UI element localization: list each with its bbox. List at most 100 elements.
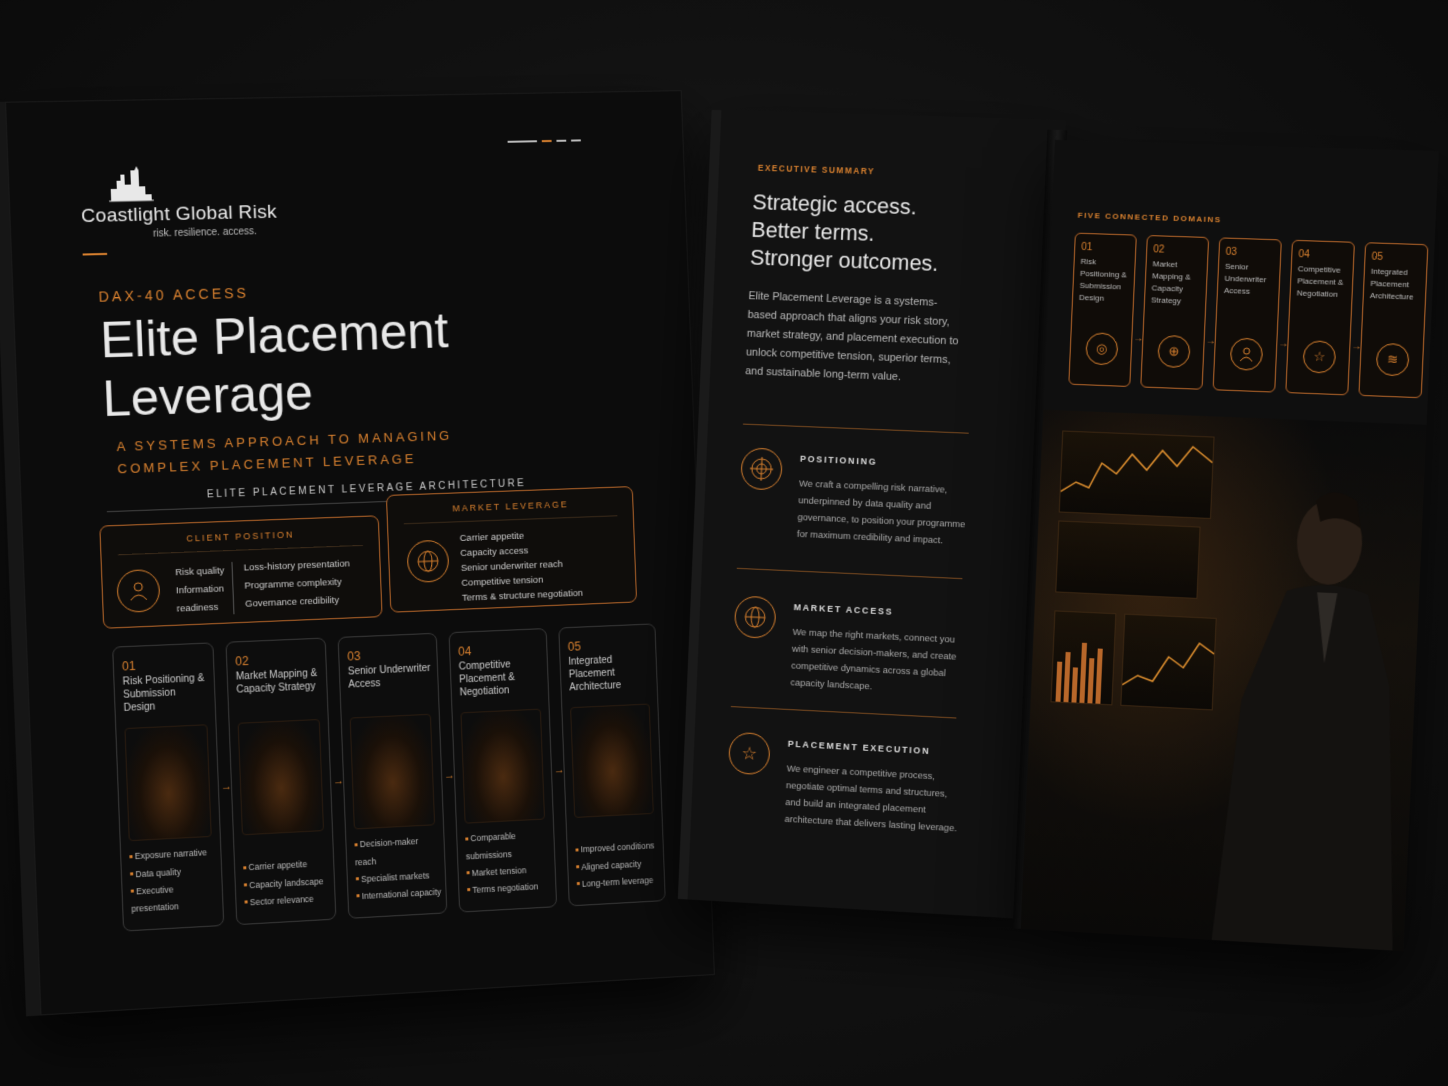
client-position-right-list: Loss-history presentation Programme comp…: [243, 555, 351, 613]
globe-icon: [733, 595, 777, 639]
market-leverage-list: Carrier appetite Capacity access Senior …: [459, 527, 584, 606]
domain-title: Integrated Placement Architecture: [1369, 266, 1414, 302]
step-number: 01: [121, 658, 136, 674]
brochure-cover: Coastlight Global Risk risk. resilience.…: [0, 90, 715, 1017]
step-bullets: Comparable submissions Market tension Te…: [465, 826, 552, 899]
feature-title-market-access: MARKET ACCESS: [793, 602, 894, 617]
star-icon: ☆: [727, 731, 771, 776]
step-card-04: 04 Competitive Placement & Negotiation C…: [448, 628, 558, 913]
step-card-01: 01 Risk Positioning & Submission Design …: [112, 642, 225, 932]
step-number: 02: [234, 653, 249, 669]
step-title: Senior Underwriter Access: [347, 662, 431, 691]
feature-body-placement-execution: We engineer a competitive process, negot…: [784, 763, 958, 835]
doorway-illustration-icon: [349, 713, 436, 830]
section-rule: [742, 423, 969, 434]
bullet-item: Comparable submissions: [465, 826, 551, 864]
domain-number: 01: [1081, 241, 1093, 254]
executive-summary-headline: Strategic access. Better terms. Stronger…: [750, 188, 942, 278]
cover-title-line2: Leverage: [101, 364, 314, 428]
step-bullets: Improved conditions Aligned capacity Lon…: [575, 838, 660, 894]
domain-card-03: 03 Senior Underwriter Access: [1212, 237, 1282, 393]
step-title: Market Mapping & Capacity Strategy: [235, 667, 318, 696]
domain-title: Competitive Placement & Negotiation: [1296, 264, 1344, 299]
domain-number: 02: [1153, 244, 1165, 256]
brand-tagline: risk. resilience. access.: [152, 226, 258, 240]
bullet-item: International capacity: [356, 883, 442, 905]
bullet-item: Executive presentation: [130, 879, 218, 918]
world-map-illustration-icon: [237, 718, 325, 836]
step-number: 04: [457, 644, 472, 659]
step-card-03: 03 Senior Underwriter Access Decision-ma…: [337, 632, 448, 919]
world-map-screen-image: [1055, 520, 1201, 599]
layered-stack-illustration-icon: [570, 703, 654, 818]
trading-floor-photo: [1020, 409, 1427, 952]
executive-summary-eyebrow: EXECUTIVE SUMMARY: [757, 162, 876, 177]
step-number: 05: [567, 639, 582, 654]
globe-icon: [406, 539, 450, 584]
step-title: Integrated Placement Architecture: [568, 654, 622, 694]
panel-rule: [403, 515, 618, 525]
bullet-item: Sector relevance: [244, 890, 331, 912]
executive-summary-page: EXECUTIVE SUMMARY Strategic access. Bett…: [677, 109, 1066, 920]
brochure-spread: EXECUTIVE SUMMARY Strategic access. Bett…: [658, 109, 1448, 962]
domain-title: Senior Underwriter Access: [1223, 261, 1267, 296]
domain-card-04: 04 Competitive Placement & Negotiation ☆: [1285, 239, 1355, 396]
step-bullets: Exposure narrative Data quality Executiv…: [129, 844, 219, 918]
cover-title: Elite Placement Leverage: [99, 298, 562, 428]
cover-subtitle: A SYSTEMS APPROACH TO MANAGING COMPLEX P…: [116, 424, 478, 480]
feature-title-placement-execution: PLACEMENT EXECUTION: [787, 738, 931, 757]
decorative-dashes: [507, 139, 581, 143]
layers-icon: ≋: [1375, 342, 1410, 377]
client-position-left-list: Risk quality Information readiness: [175, 562, 226, 618]
architecture-steps: 01 Risk Positioning & Submission Design …: [112, 623, 670, 939]
target-icon: [740, 447, 783, 491]
list-item: Information: [175, 583, 225, 597]
domain-title: Market Mapping & Capacity Strategy: [1150, 259, 1191, 306]
step-bullets: Decision-maker reach Specialist markets …: [354, 832, 442, 905]
step-title: Competitive Placement & Negotiation: [458, 659, 516, 699]
domain-number: 03: [1225, 246, 1238, 259]
feature-body-positioning: We craft a compelling risk narrative, un…: [796, 478, 966, 547]
domain-number: 04: [1298, 249, 1310, 261]
globe-icon: ⊕: [1157, 334, 1191, 369]
domains-title: FIVE CONNECTED DOMAINS: [1077, 210, 1222, 225]
client-position-title: CLIENT POSITION: [186, 529, 295, 544]
comparison-table-illustration-icon: [460, 708, 546, 824]
accent-underline: [82, 252, 108, 256]
domain-number: 05: [1371, 251, 1384, 264]
cover-title-line1: Elite Placement: [99, 302, 450, 369]
feature-title-positioning: POSITIONING: [799, 453, 878, 467]
step-card-02: 02 Market Mapping & Capacity Strategy Ca…: [225, 637, 337, 926]
market-leverage-title: MARKET LEVERAGE: [452, 499, 569, 514]
document-illustration-icon: [124, 724, 212, 842]
headline-line: Stronger outcomes.: [749, 244, 939, 276]
step-bullets: Carrier appetite Capacity landscape Sect…: [243, 855, 331, 912]
step-card-05: 05 Integrated Placement Architecture Imp…: [558, 623, 666, 907]
line-screen-image: [1120, 613, 1216, 711]
target-icon: ◎: [1085, 332, 1119, 366]
brand-name: Coastlight Global Risk: [80, 201, 278, 228]
domains-page: FIVE CONNECTED DOMAINS 01 Risk Positioni…: [1020, 139, 1439, 952]
list-item: Risk quality: [175, 565, 225, 579]
panel-rule: [117, 544, 363, 556]
step-title: Risk Positioning & Submission Design: [122, 672, 205, 714]
cover-eyebrow: DAX-40 ACCESS: [98, 284, 250, 305]
brand-logo: Coastlight Global Risk risk. resilience.…: [79, 163, 278, 256]
star-icon: ☆: [1302, 340, 1337, 374]
feature-body-market-access: We map the right markets, connect you wi…: [790, 626, 957, 693]
domain-card-01: 01 Risk Positioning & Submission Design …: [1068, 232, 1137, 388]
person-icon: [1229, 337, 1264, 371]
market-leverage-panel: MARKET LEVERAGE Carrier appetite Capacit…: [385, 486, 638, 613]
executive-summary-body: Elite Placement Leverage is a systems-ba…: [745, 290, 959, 384]
bullet-item: Long-term leverage: [576, 871, 660, 893]
bar-screen-image: [1050, 610, 1117, 706]
domain-title: Risk Positioning & Submission Design: [1078, 256, 1127, 303]
section-rule: [736, 567, 963, 580]
businessman-silhouette-image: [1210, 491, 1410, 952]
divider: [231, 561, 235, 615]
bullet-item: Decision-maker reach: [354, 832, 440, 871]
domain-card-05: 05 Integrated Placement Architecture ≋: [1358, 242, 1429, 399]
bullet-item: Terms negotiation: [467, 877, 552, 899]
skyline-logo-icon: [106, 165, 156, 203]
step-number: 03: [347, 649, 361, 664]
